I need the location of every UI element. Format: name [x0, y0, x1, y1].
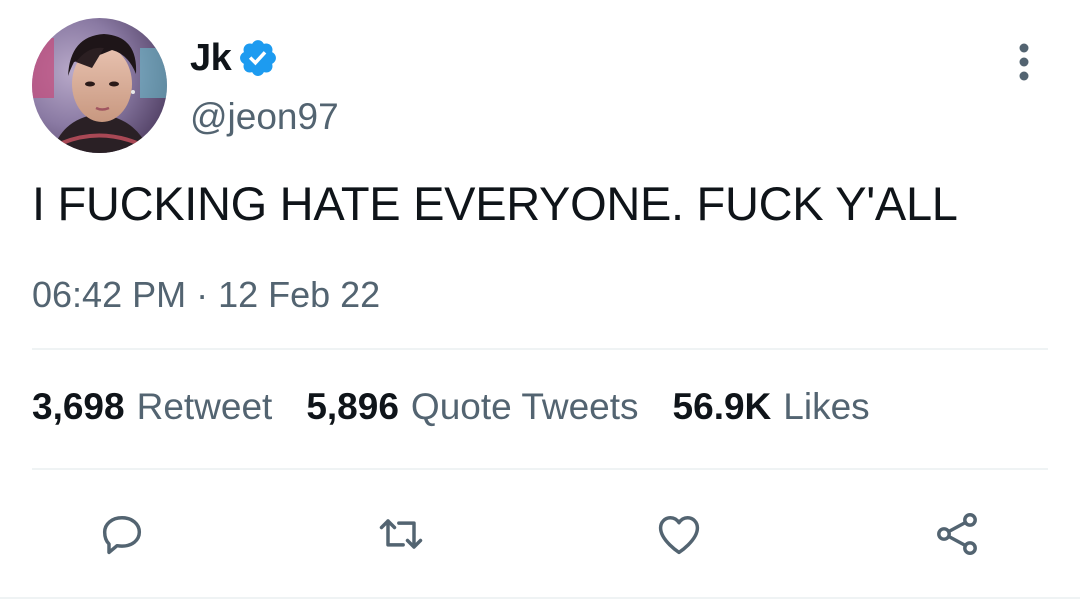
- more-options-icon[interactable]: [1008, 40, 1040, 84]
- retweet-stat[interactable]: 3,698 Retweet: [32, 386, 272, 428]
- reply-icon: [102, 516, 142, 555]
- divider: [32, 468, 1048, 470]
- engagement-stats: 3,698 Retweet 5,896 Quote Tweets 56.9K L…: [32, 386, 904, 428]
- retweet-button[interactable]: [373, 506, 429, 562]
- action-bar: [0, 506, 1080, 562]
- retweet-icon: [379, 519, 423, 549]
- quote-tweets-stat[interactable]: 5,896 Quote Tweets: [306, 386, 638, 428]
- likes-label: Likes: [783, 386, 870, 427]
- retweet-count: 3,698: [32, 386, 125, 427]
- tweet-detail: Jk @jeon97 I FUCKING HATE EVERYONE. FUCK…: [0, 0, 1080, 605]
- heart-icon: [658, 516, 700, 555]
- quote-tweets-count: 5,896: [306, 386, 399, 427]
- tweet-text: I FUCKING HATE EVERYONE. FUCK Y'ALL: [32, 177, 958, 230]
- user-handle[interactable]: @jeon97: [190, 96, 339, 138]
- tweet-timestamp[interactable]: 06:42 PM · 12 Feb 22: [32, 274, 380, 316]
- reply-button[interactable]: [94, 506, 150, 562]
- divider: [32, 348, 1048, 350]
- quote-tweets-label: Quote Tweets: [410, 386, 639, 427]
- retweet-label: Retweet: [136, 386, 273, 427]
- display-name[interactable]: Jk: [190, 37, 232, 80]
- verified-badge-icon: [237, 37, 279, 79]
- avatar[interactable]: [32, 18, 167, 153]
- likes-stat[interactable]: 56.9K Likes: [673, 386, 870, 428]
- like-button[interactable]: [651, 506, 707, 562]
- divider: [0, 597, 1080, 599]
- likes-count: 56.9K: [672, 386, 772, 427]
- profile-photo-icon: [32, 18, 167, 153]
- share-icon: [937, 512, 977, 556]
- share-button[interactable]: [929, 506, 985, 562]
- user-name-row[interactable]: Jk: [190, 34, 279, 82]
